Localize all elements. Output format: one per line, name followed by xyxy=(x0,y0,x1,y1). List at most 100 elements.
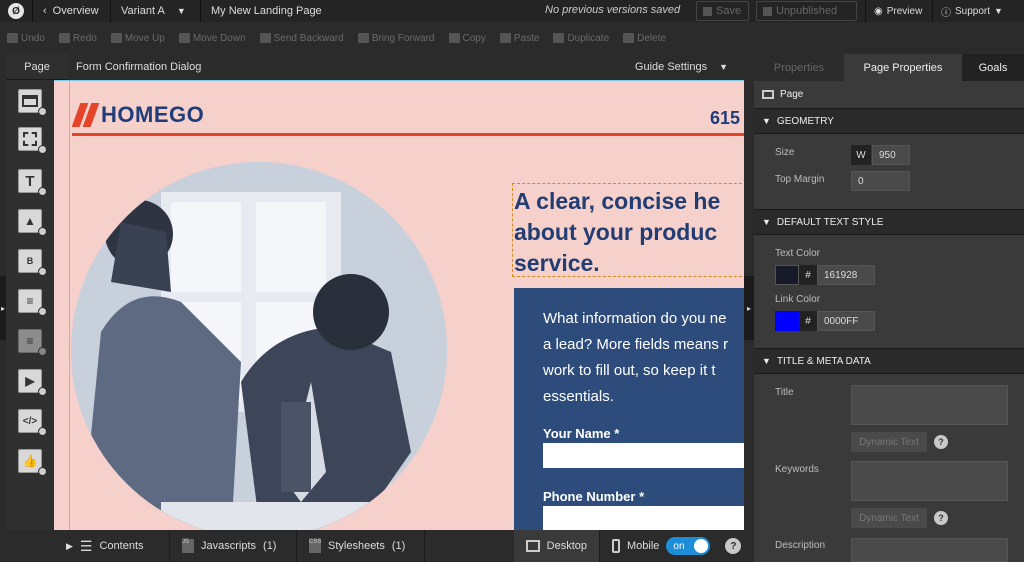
desktop-label: Desktop xyxy=(546,540,587,552)
send-backward-button[interactable]: Send Backward xyxy=(253,26,351,50)
meta-section-header[interactable]: ▼ TITLE & META DATA xyxy=(754,348,1024,374)
geometry-section-header[interactable]: ▼ GEOMETRY xyxy=(754,108,1024,134)
delete-label: Delete xyxy=(637,32,667,44)
desktop-view-button[interactable]: Desktop xyxy=(514,530,600,562)
tab-properties[interactable]: Properties xyxy=(754,54,844,81)
javascripts-button[interactable]: JS Javascripts (1) xyxy=(170,530,297,562)
guide-settings-dropdown[interactable]: Guide Settings ▼ xyxy=(635,61,728,73)
headline-text-block[interactable]: A clear, concise he about your produc se… xyxy=(512,183,744,277)
toggle-knob xyxy=(694,539,709,553)
mobile-view-button[interactable]: Mobile on ? xyxy=(600,530,754,562)
text-color-input[interactable]: 161928 xyxy=(817,265,875,285)
tab-page-properties[interactable]: Page Properties xyxy=(844,54,962,81)
chevron-left-icon: ‹ xyxy=(43,5,47,17)
duplicate-icon xyxy=(553,33,565,43)
brand-logo[interactable]: HOMEGO xyxy=(71,102,204,128)
hero-image[interactable] xyxy=(71,162,447,530)
video-icon[interactable]: ▶ xyxy=(18,369,47,396)
stylesheets-label: Stylesheets xyxy=(328,540,385,552)
guide-line-horizontal xyxy=(54,80,744,81)
left-collapse-handle[interactable]: ▸ xyxy=(0,276,6,340)
lead-form[interactable]: What information do you ne a lead? More … xyxy=(514,288,744,530)
mobile-toggle[interactable]: on xyxy=(666,537,711,555)
keywords-dynamic-text-button[interactable]: Dynamic Text xyxy=(851,508,927,528)
brand-logo-mark xyxy=(71,103,100,127)
help-icon[interactable]: ? xyxy=(934,511,948,525)
support-menu[interactable]: ⓘ Support ▼ xyxy=(932,0,1024,22)
form-icon[interactable]: ≡ xyxy=(18,289,47,316)
edit-toolbar: Undo Redo Move Up Move Down Send Backwar… xyxy=(0,26,1024,50)
image-icon[interactable]: ▲ xyxy=(18,209,47,236)
bring-forward-button[interactable]: Bring Forward xyxy=(351,26,442,50)
top-margin-input[interactable]: 0 xyxy=(851,171,910,191)
text-icon[interactable]: T xyxy=(18,169,47,196)
top-margin-label: Top Margin xyxy=(775,174,825,185)
custom-html-icon[interactable]: </> xyxy=(18,409,47,436)
width-input[interactable]: 950 xyxy=(872,145,910,165)
page-name[interactable]: My New Landing Page xyxy=(201,0,332,22)
variant-dropdown[interactable]: Variant A ▼ xyxy=(111,0,201,22)
keywords-input[interactable] xyxy=(851,461,1008,501)
duplicate-button[interactable]: Duplicate xyxy=(546,26,616,50)
canvas-header: Form Confirmation Dialog Guide Settings … xyxy=(68,54,744,80)
undo-icon xyxy=(7,33,18,43)
landing-page-canvas[interactable]: HOMEGO 615 A clear, concise he about you… xyxy=(54,80,744,530)
title-input[interactable] xyxy=(851,385,1008,425)
header-divider xyxy=(72,133,744,136)
variant-label: Variant A xyxy=(121,5,165,17)
move-up-button[interactable]: Move Up xyxy=(104,26,172,50)
caret-down-icon: ▼ xyxy=(176,6,186,16)
text-style-section-header[interactable]: ▼ DEFAULT TEXT STYLE xyxy=(754,209,1024,235)
monitor-icon xyxy=(526,540,540,552)
box-icon[interactable] xyxy=(18,127,47,154)
caret-down-icon: ▼ xyxy=(994,6,1003,16)
redo-button[interactable]: Redo xyxy=(52,26,104,50)
publish-icon xyxy=(763,6,772,16)
undo-button[interactable]: Undo xyxy=(0,26,52,50)
help-icon[interactable]: ? xyxy=(725,538,742,554)
section-icon[interactable] xyxy=(18,89,47,116)
save-button[interactable]: Save xyxy=(696,1,749,21)
preview-button[interactable]: ◉ Preview xyxy=(865,0,931,22)
delete-button[interactable]: Delete xyxy=(616,26,673,50)
top-bar: Ø ‹ Overview Variant A ▼ My New Landing … xyxy=(0,0,1024,22)
unpublished-label: Unpublished xyxy=(776,5,838,17)
properties-panel: Properties Page Properties Goals Page ▼ … xyxy=(754,54,1024,562)
overview-link[interactable]: ‹ Overview xyxy=(33,0,111,22)
social-widget-icon[interactable]: 👍 xyxy=(18,449,47,476)
name-input[interactable] xyxy=(543,443,744,468)
help-icon[interactable]: ? xyxy=(934,435,948,449)
link-color-swatch[interactable] xyxy=(775,311,799,331)
contents-toggle[interactable]: ▶ ☰ Contents xyxy=(54,530,170,562)
text-color-label: Text Color xyxy=(775,248,821,259)
text-color-swatch[interactable] xyxy=(775,265,799,285)
phone-icon xyxy=(612,539,620,553)
title-dynamic-text-button[interactable]: Dynamic Text xyxy=(851,432,927,452)
description-input[interactable] xyxy=(851,538,1008,562)
link-color-input[interactable]: 0000FF xyxy=(817,311,875,331)
button-icon[interactable]: B xyxy=(18,249,47,276)
header-phone[interactable]: 615 xyxy=(710,108,740,129)
form-description-line: work to fill out, so keep it t xyxy=(543,362,716,379)
paste-icon xyxy=(499,33,511,43)
send-backward-label: Send Backward xyxy=(273,32,344,44)
undo-label: Undo xyxy=(21,32,45,44)
bring-forward-icon xyxy=(357,33,369,43)
move-down-button[interactable]: Move Down xyxy=(172,26,253,50)
stylesheets-button[interactable]: CSS Stylesheets (1) xyxy=(297,530,425,562)
unpublished-button[interactable]: Unpublished xyxy=(756,1,857,21)
tab-goals[interactable]: Goals xyxy=(962,54,1024,81)
phone-field-label: Phone Number * xyxy=(543,489,645,504)
workers-photo xyxy=(71,162,447,530)
app-logo[interactable]: Ø xyxy=(0,0,33,22)
phone-input[interactable] xyxy=(543,506,744,530)
social-icon[interactable]: ≡ xyxy=(18,329,47,356)
copy-button[interactable]: Copy xyxy=(442,26,493,50)
contents-label: Contents xyxy=(99,540,144,552)
right-collapse-handle[interactable]: ▸ xyxy=(744,276,754,340)
paste-button[interactable]: Paste xyxy=(493,26,547,50)
caret-down-icon: ▼ xyxy=(719,62,728,72)
guide-settings-label: Guide Settings xyxy=(634,61,708,73)
duplicate-label: Duplicate xyxy=(567,32,610,44)
page-tab[interactable]: Page xyxy=(6,54,68,80)
